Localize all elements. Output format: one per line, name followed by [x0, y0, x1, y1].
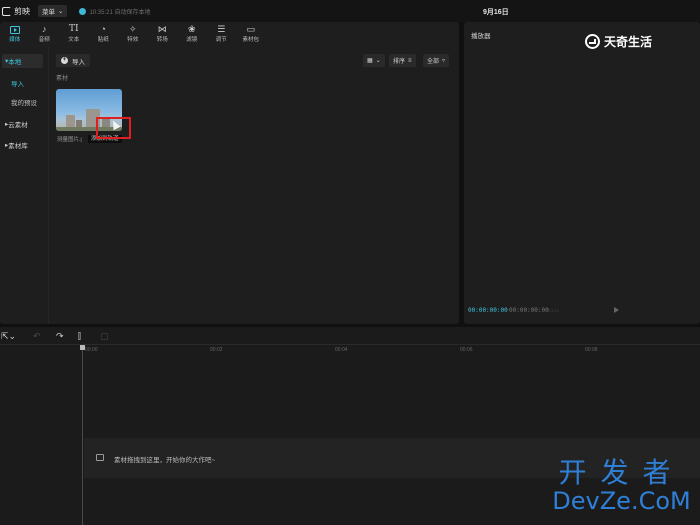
film-icon: [96, 454, 104, 461]
ruler-tick: 00:02: [210, 347, 223, 353]
autosave-text: 10:35:21 自动保存本地: [89, 9, 151, 16]
tab-package[interactable]: ▭ 素材包: [236, 22, 266, 46]
adjust-icon: ☰: [217, 24, 226, 34]
sidebar-item-import[interactable]: 导入: [11, 78, 24, 88]
current-timecode: 00:00:00:00: [468, 307, 508, 314]
watermark-bottom-cn: 开发者: [558, 456, 685, 489]
autosave-status: 10:35:21 自动保存本地: [79, 7, 150, 16]
player-title: 播放器: [471, 33, 491, 40]
capcut-logo-icon: [2, 6, 11, 16]
tab-label: 贴纸: [97, 37, 109, 43]
ruler-tick: 00:00: [85, 347, 98, 353]
timeline-ruler[interactable]: 00:00 00:02 00:04 00:06 00:08: [83, 345, 700, 355]
media-panel: 媒体 ♪ 音频 TI 文本 ◔ 贴纸 ✧ 特效 ⋈ 转场 ❀ 滤镜 ☰ 调节 ▭…: [0, 22, 459, 324]
title-bar: 剪映 菜单 ⌄ 10:35:21 自动保存本地 9月16日: [0, 0, 700, 22]
grid-view-icon: ▦: [367, 58, 373, 64]
delete-icon[interactable]: ▢: [100, 330, 109, 342]
tab-label: 滤镜: [186, 37, 198, 43]
tab-text[interactable]: TI 文本: [59, 22, 89, 46]
drop-hint: 素材拖拽到这里，开始你的大作吧~: [114, 457, 216, 464]
sidebar-item-local[interactable]: ▾ 本地: [2, 54, 43, 68]
playhead[interactable]: [80, 345, 85, 525]
watermark-bottom-en: DevZe.CoM: [552, 487, 691, 515]
plus-icon: +: [61, 57, 68, 64]
watermark-top-text: 天奇生活: [604, 35, 653, 49]
watermark-top: 天奇生活: [585, 33, 652, 50]
sticker-icon: ◔: [100, 24, 106, 34]
tab-audio[interactable]: ♪ 音频: [30, 22, 60, 46]
project-date: 9月16日: [483, 9, 509, 16]
filter-label: 全部: [427, 59, 440, 65]
timeline-toolbar: ⇱⌄ ↶ ↷ ⫿ ▢: [0, 327, 700, 345]
media-toolbar: 媒体 ♪ 音频 TI 文本 ◔ 贴纸 ✧ 特效 ⋈ 转场 ❀ 滤镜 ☰ 调节 ▭…: [0, 22, 459, 46]
watermark-bottom: 开发者 DevZe.CoM: [543, 456, 700, 515]
select-cursor-icon[interactable]: ⇱⌄: [1, 330, 16, 342]
thumbnail-caption: 测量图片.j: [57, 137, 82, 143]
tab-label: 调节: [215, 37, 227, 43]
media-sidebar: ▾ 本地 导入 我的预设 ▸ 云素材 ▸ 素材库: [0, 46, 49, 324]
sidebar-item-library[interactable]: ▸ 素材库: [2, 138, 43, 152]
sort-icon: ≡: [408, 57, 412, 64]
app-logo: 剪映: [2, 6, 30, 17]
cloud-check-icon: [79, 7, 87, 15]
transition-icon: ⋈: [157, 24, 167, 34]
filter-icon: ❀: [187, 24, 196, 34]
tab-label: 转场: [156, 37, 168, 43]
tab-label: 素材包: [242, 37, 259, 43]
tab-sticker[interactable]: ◔ 贴纸: [89, 22, 119, 46]
ruler-tick: 00:04: [335, 347, 348, 353]
undo-icon[interactable]: ↶: [33, 330, 41, 342]
player-panel: 播放器 00:00:00:00 00:00:00:00 ▭▭: [464, 22, 700, 324]
sort-label: 排序: [393, 59, 406, 65]
sidebar-item-label: 素材库: [8, 143, 28, 150]
filter-button[interactable]: 全部 ▿: [423, 54, 450, 67]
ruler-tick: 00:06: [460, 347, 473, 353]
media-content: + 导入 ▦ ⌄ 排序 ≡ 全部 ▿ 素材 测量图片.j 添加到轨道: [50, 46, 459, 324]
import-label: 导入: [72, 58, 85, 66]
ratio-icon[interactable]: ▭▭: [548, 307, 559, 314]
tab-label: 音频: [38, 37, 50, 43]
app-title: 剪映: [14, 6, 30, 16]
watermark-logo-icon: [585, 34, 600, 49]
funnel-icon: ▿: [442, 58, 446, 64]
play-icon[interactable]: [614, 307, 619, 313]
tab-effects[interactable]: ✧ 特效: [118, 22, 148, 46]
text-icon: TI: [68, 24, 79, 34]
redo-icon[interactable]: ↷: [56, 330, 64, 342]
tab-filter[interactable]: ❀ 滤镜: [177, 22, 207, 46]
import-button[interactable]: + 导入: [56, 54, 90, 67]
total-timecode: 00:00:00:00: [509, 307, 549, 314]
tab-label: 媒体: [9, 37, 21, 43]
menu-label: 菜单: [42, 9, 55, 16]
tab-adjust[interactable]: ☰ 调节: [207, 22, 237, 46]
chevron-down-icon: ⌄: [375, 58, 381, 64]
chevron-down-icon: ⌄: [58, 8, 64, 15]
sidebar-item-my-presets[interactable]: 我的预设: [11, 97, 37, 107]
section-label: 素材: [56, 76, 69, 82]
sort-button[interactable]: 排序 ≡: [389, 54, 416, 67]
tab-transition[interactable]: ⋈ 转场: [148, 22, 178, 46]
package-icon: ▭: [246, 24, 255, 34]
audio-icon: ♪: [42, 24, 47, 34]
ruler-tick: 00:08: [585, 347, 598, 353]
effects-icon: ✧: [128, 24, 137, 34]
sidebar-item-cloud[interactable]: ▸ 云素材: [2, 117, 43, 131]
menu-button[interactable]: 菜单 ⌄: [38, 5, 68, 17]
view-mode-button[interactable]: ▦ ⌄: [363, 54, 385, 67]
tab-label: 特效: [127, 37, 139, 43]
media-icon: [9, 24, 21, 35]
tab-label: 文本: [68, 37, 80, 43]
tab-media[interactable]: 媒体: [0, 22, 30, 46]
split-icon[interactable]: ⫿: [78, 330, 81, 342]
sidebar-item-label: 本地: [8, 59, 22, 66]
sidebar-item-label: 云素材: [8, 122, 28, 129]
